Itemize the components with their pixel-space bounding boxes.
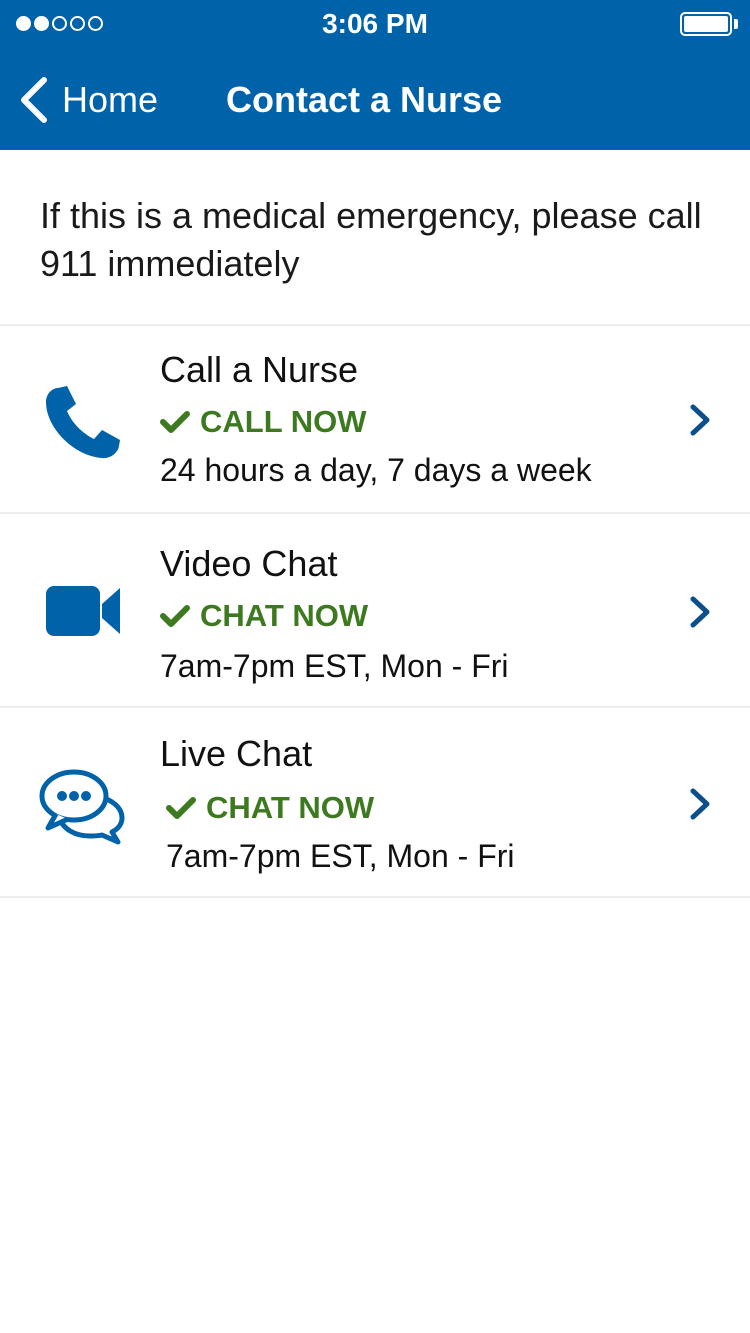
live-chat-row[interactable]: Live Chat CHAT NOW 7am-7pm EST, Mon - Fr… <box>0 708 750 898</box>
status-label: CALL NOW <box>200 404 367 439</box>
status-label: CHAT NOW <box>200 598 369 633</box>
chevron-right-icon <box>690 788 710 820</box>
checkmark-icon <box>160 411 190 433</box>
battery-tip <box>734 19 738 29</box>
video-camera-icon <box>46 586 120 636</box>
back-label: Home <box>62 79 159 120</box>
row-hours: 24 hours a day, 7 days a week <box>160 452 592 488</box>
battery-icon <box>680 12 732 36</box>
divider <box>0 896 750 898</box>
chevron-right-icon <box>690 596 710 628</box>
page-title: Contact a Nurse <box>226 79 503 120</box>
emergency-notice: If this is a medical emergency, please c… <box>40 195 702 284</box>
checkmark-icon <box>160 605 190 627</box>
status-time: 3:06 PM <box>322 8 428 39</box>
call-nurse-row[interactable]: Call a Nurse CALL NOW 24 hours a day, 7 … <box>0 326 750 516</box>
status-bar: 3:06 PM <box>0 0 750 48</box>
chat-bubbles-icon <box>39 769 125 845</box>
call-now-status: CALL NOW <box>160 402 366 442</box>
back-button[interactable]: Home <box>18 74 158 126</box>
phone-icon <box>46 386 120 459</box>
row-hours: 7am-7pm EST, Mon - Fri <box>160 648 509 684</box>
row-title: Call a Nurse <box>160 349 359 390</box>
row-title: Live Chat <box>160 733 313 774</box>
nav-header: 3:06 PM Home Contact a Nurse <box>0 0 750 150</box>
checkmark-icon <box>166 797 196 819</box>
row-hours: 7am-7pm EST, Mon - Fri <box>166 838 515 874</box>
row-title: Video Chat <box>160 543 338 584</box>
status-label: CHAT NOW <box>206 790 375 825</box>
chat-now-status: CHAT NOW <box>160 596 368 636</box>
chat-now-status: CHAT NOW <box>166 788 374 828</box>
video-chat-row[interactable]: Video Chat CHAT NOW 7am-7pm EST, Mon - F… <box>0 514 750 704</box>
chevron-right-icon <box>690 404 710 436</box>
chevron-left-icon <box>21 77 47 123</box>
